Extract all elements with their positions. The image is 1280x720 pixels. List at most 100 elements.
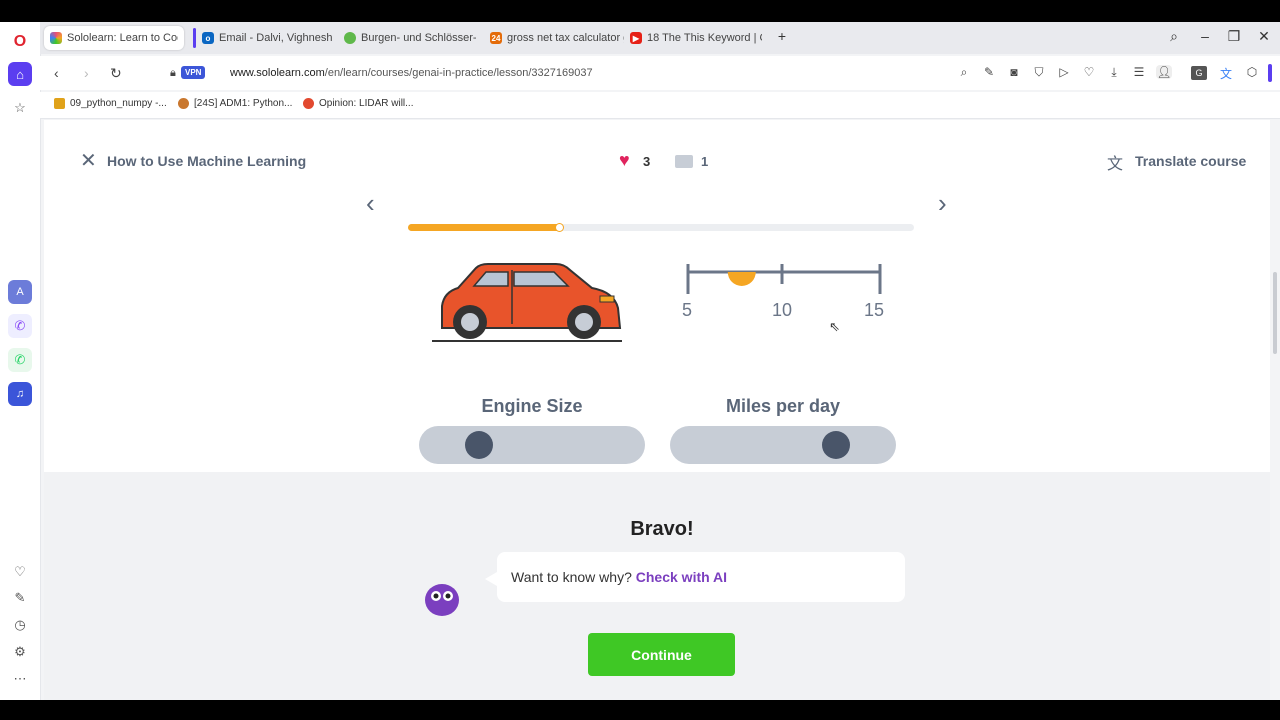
opera-logo-icon[interactable]: O: [8, 30, 32, 54]
bookmark-label: Opinion: LIDAR will...: [319, 98, 414, 109]
tab-sololearn[interactable]: Sololearn: Learn to Code: [44, 26, 184, 50]
music-icon[interactable]: ♫: [8, 382, 32, 406]
close-window-icon[interactable]: ✕: [1254, 28, 1274, 45]
check-with-ai-link[interactable]: Check with AI: [636, 569, 727, 585]
star-icon[interactable]: ☆: [8, 96, 32, 120]
globe-favicon-icon: [344, 32, 356, 44]
tab-tax-calculator[interactable]: 24 gross net tax calculator ge: [490, 26, 624, 50]
scrollbar-thumb[interactable]: [1273, 272, 1277, 354]
progress-fill: [408, 224, 560, 231]
tab-bar: Sololearn: Learn to Code o Email - Dalvi…: [40, 22, 1280, 54]
prev-icon[interactable]: ‹: [366, 190, 375, 216]
home-icon[interactable]: ⌂: [8, 62, 32, 86]
page-scrollbar[interactable]: [1270, 120, 1280, 700]
browser-sidebar: O ⌂ ☆ A ✆ ✆ ♫ ♡ ✎ ◷ ⚙ ⋯: [0, 22, 41, 700]
vpn-badge[interactable]: VPN: [181, 66, 206, 79]
translate-icon[interactable]: 文: [1107, 150, 1123, 174]
play-icon[interactable]: ▷: [1056, 65, 1072, 79]
ai-mascot-icon: [425, 584, 459, 616]
more-icon[interactable]: ⋯: [8, 667, 32, 691]
reddit-icon: [303, 98, 314, 109]
easy-setup-icon[interactable]: ☰: [1131, 65, 1147, 79]
close-lesson-icon[interactable]: ✕: [80, 148, 97, 173]
settings-icon[interactable]: ⚙: [8, 640, 32, 664]
tab-youtube[interactable]: ▶ 18 The This Keyword | C+: [630, 26, 762, 50]
extensions-cube-icon[interactable]: ⬡: [1244, 65, 1260, 79]
tab-burgen[interactable]: Burgen- und Schlösser-To: [344, 26, 476, 50]
next-icon[interactable]: ›: [938, 190, 947, 216]
engine-size-knob[interactable]: [465, 431, 494, 459]
tab-label: Burgen- und Schlösser-To: [361, 32, 476, 44]
miles-per-day-label: Miles per day: [725, 396, 841, 416]
edit-icon[interactable]: ✎: [8, 586, 32, 610]
course-icon: [178, 98, 189, 109]
lesson-title: How to Use Machine Learning: [107, 153, 307, 169]
engine-size-slider[interactable]: [419, 426, 645, 464]
comments-count[interactable]: 1: [701, 154, 708, 169]
feedback-title: Bravo!: [630, 518, 694, 540]
outlook-favicon-icon: o: [202, 32, 214, 44]
heart-icon: ♥: [619, 150, 630, 170]
tab-search-icon[interactable]: ⌕: [1164, 28, 1184, 45]
translate-extension-icon[interactable]: 文: [1218, 65, 1234, 82]
history-icon[interactable]: ◷: [8, 613, 32, 637]
back-icon[interactable]: ‹: [54, 65, 59, 81]
whatsapp-icon[interactable]: ✆: [8, 348, 32, 372]
tick-label-15: 15: [864, 300, 885, 320]
youtube-favicon-icon: ▶: [630, 32, 642, 44]
bookmarks-bar: 09_python_numpy -... [24S] ADM1: Python.…: [40, 92, 1280, 119]
tab-group-indicator: [193, 28, 196, 48]
heart-icon[interactable]: ♡: [8, 560, 32, 584]
bookmark-lidar-opinion[interactable]: Opinion: LIDAR will...: [303, 98, 413, 109]
hearts-count: 3: [643, 154, 651, 169]
ai-hint-bubble: Want to know why? Check with AI: [497, 552, 905, 602]
progress-marker: [554, 223, 564, 232]
bookmark-label: [24S] ADM1: Python...: [194, 98, 293, 109]
sololearn-favicon-icon: [50, 32, 62, 44]
translate-course-button[interactable]: Translate course: [1135, 153, 1246, 169]
tab-email[interactable]: o Email - Dalvi, Vighnesh Sa: [202, 26, 336, 50]
grammarly-extension-icon[interactable]: G: [1191, 66, 1207, 80]
zoom-icon[interactable]: ⌕: [956, 65, 972, 80]
url-domain: www.sololearn.com: [230, 67, 325, 79]
progress-track: [408, 223, 914, 232]
tab-label: 18 The This Keyword | C+: [647, 32, 762, 44]
profile-icon[interactable]: 👤︎: [1156, 65, 1172, 79]
tab-label: Sololearn: Learn to Code: [67, 32, 178, 44]
comment-icon[interactable]: [675, 155, 693, 168]
bookmark-python-numpy[interactable]: 09_python_numpy -...: [54, 98, 167, 109]
bookmark-label: 09_python_numpy -...: [70, 98, 167, 109]
tick-label-5: 5: [682, 300, 693, 320]
bookmark-heart-icon[interactable]: ♡: [1081, 65, 1097, 79]
reload-icon[interactable]: ↻: [110, 65, 122, 82]
minimize-icon[interactable]: –: [1195, 28, 1215, 44]
lock-icon[interactable]: 🔒︎: [170, 67, 176, 80]
edit-page-icon[interactable]: ✎: [981, 65, 997, 79]
tab-label: Email - Dalvi, Vighnesh Sa: [219, 32, 336, 44]
restore-icon[interactable]: ❐: [1224, 28, 1244, 45]
bookmark-adm1-python[interactable]: [24S] ADM1: Python...: [178, 98, 292, 109]
url-field[interactable]: www.sololearn.com/en/learn/courses/genai…: [230, 67, 593, 79]
calculator-favicon-icon: 24: [490, 32, 502, 44]
url-path: /en/learn/courses/genai-in-practice/less…: [324, 67, 593, 79]
miles-per-day-slider[interactable]: [670, 426, 896, 464]
new-tab-plus-icon[interactable]: +: [772, 28, 792, 44]
browser-window: O ⌂ ☆ A ✆ ✆ ♫ ♡ ✎ ◷ ⚙ ⋯ Sololearn: Learn…: [0, 22, 1280, 700]
miles-per-day-knob[interactable]: [821, 431, 850, 459]
forward-icon[interactable]: ›: [84, 65, 89, 81]
messenger-icon[interactable]: ✆: [8, 314, 32, 338]
download-icon[interactable]: ⤓: [1106, 65, 1122, 80]
mouse-cursor-icon: ⇖: [829, 319, 840, 334]
lesson-page: ✕ How to Use Machine Learning ♥ 3 1 文 Tr…: [44, 120, 1270, 700]
address-bar: ‹ › ↻ VPN 🔒︎ www.sololearn.com/en/learn/…: [40, 56, 1280, 90]
shield-icon[interactable]: ⛉: [1031, 65, 1047, 80]
engine-size-label: Engine Size: [481, 396, 583, 416]
camera-icon[interactable]: ◙: [1006, 65, 1022, 79]
bubble-tail: [485, 572, 497, 586]
scale-value-marker: [727, 272, 756, 286]
continue-button[interactable]: Continue: [588, 633, 735, 676]
ai-question-text: Want to know why?: [511, 569, 632, 585]
notebook-icon: [54, 98, 65, 109]
aria-icon[interactable]: A: [8, 280, 32, 304]
sidebar-toggle[interactable]: [1268, 64, 1272, 82]
